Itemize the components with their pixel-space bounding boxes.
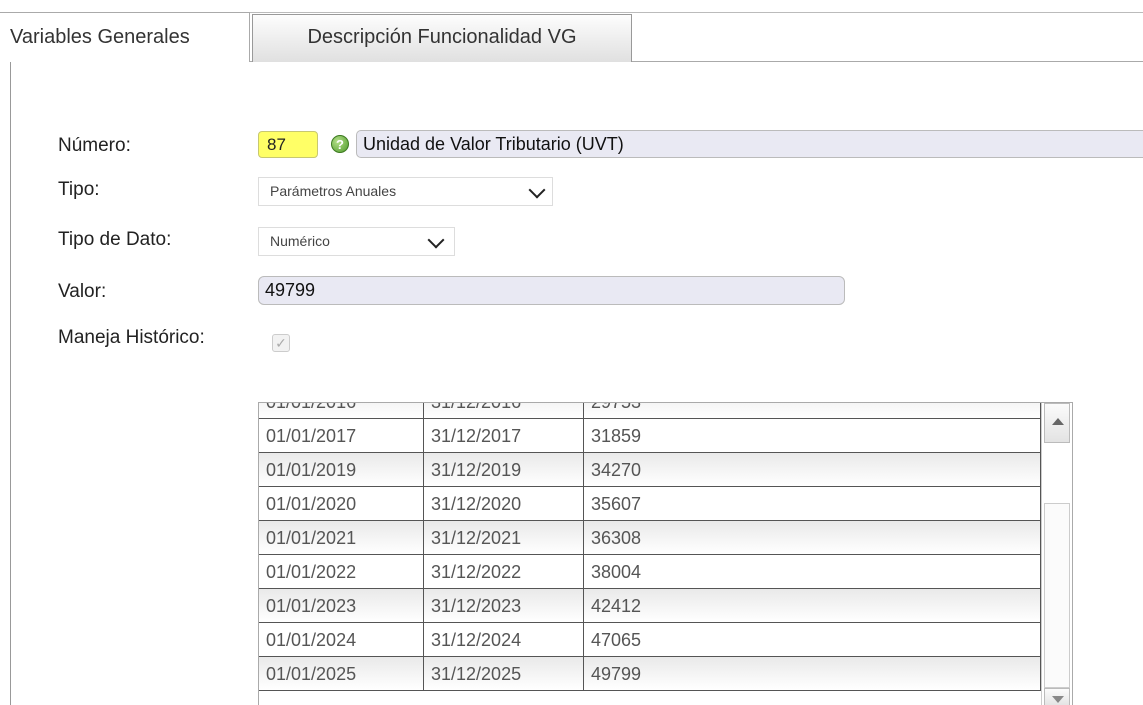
valor-cell: 42412 bbox=[584, 589, 1041, 622]
fecha-inicio-cell: 01/01/2020 bbox=[259, 487, 424, 520]
chevron-down-icon bbox=[427, 231, 445, 249]
table-row[interactable]: 01/01/2016 31/12/2016 29753 bbox=[259, 403, 1041, 419]
fecha-inicio-cell: 01/01/2021 bbox=[259, 521, 424, 554]
fecha-fin-cell: 31/12/2017 bbox=[424, 419, 584, 452]
valor-cell: 29753 bbox=[584, 403, 1041, 418]
fecha-inicio-cell: 01/01/2019 bbox=[259, 453, 424, 486]
valor-field[interactable]: 49799 bbox=[258, 276, 845, 305]
tipo-dato-select-value: Numérico bbox=[270, 233, 330, 249]
tab-bar: Variables Generales Descripción Funciona… bbox=[0, 0, 1143, 62]
fecha-fin-cell: 31/12/2016 bbox=[424, 403, 584, 418]
table-row[interactable]: 01/01/2021 31/12/2021 36308 bbox=[259, 521, 1041, 555]
tipo-label: Tipo: bbox=[58, 179, 100, 200]
fecha-fin-cell: 31/12/2021 bbox=[424, 521, 584, 554]
descripcion-field[interactable]: Unidad de Valor Tributario (UVT) bbox=[356, 130, 1143, 158]
tab-variables-generales[interactable]: Variables Generales bbox=[0, 12, 250, 62]
table-row[interactable]: 01/01/2024 31/12/2024 47065 bbox=[259, 623, 1041, 657]
grid-scrollbar[interactable] bbox=[1041, 403, 1072, 705]
history-rows: 01/01/2016 31/12/2016 29753 01/01/2017 31/12… bbox=[259, 403, 1041, 691]
valor-cell: 34270 bbox=[584, 453, 1041, 486]
scroll-up-button[interactable] bbox=[1044, 403, 1070, 443]
history-grid: 01/01/2016 31/12/2016 29753 01/01/2017 31/12… bbox=[258, 402, 1073, 705]
valor-cell: 49799 bbox=[584, 657, 1041, 690]
panel-left-border bbox=[10, 62, 11, 705]
fecha-inicio-cell: 01/01/2023 bbox=[259, 589, 424, 622]
valor-cell: 36308 bbox=[584, 521, 1041, 554]
valor-cell: 31859 bbox=[584, 419, 1041, 452]
table-row[interactable]: 01/01/2022 31/12/2022 38004 bbox=[259, 555, 1041, 589]
tab-top-border bbox=[250, 12, 1143, 13]
tipo-dato-select[interactable]: Numérico bbox=[258, 227, 455, 256]
fecha-inicio-cell: 01/01/2025 bbox=[259, 657, 424, 690]
tipo-dato-label: Tipo de Dato: bbox=[58, 229, 172, 250]
table-row[interactable]: 01/01/2020 31/12/2020 35607 bbox=[259, 487, 1041, 521]
fecha-inicio-cell: 01/01/2024 bbox=[259, 623, 424, 656]
help-icon[interactable]: ? bbox=[331, 135, 349, 153]
fecha-fin-cell: 31/12/2019 bbox=[424, 453, 584, 486]
fecha-fin-cell: 31/12/2020 bbox=[424, 487, 584, 520]
numero-label: Número: bbox=[58, 135, 131, 156]
table-row[interactable]: 01/01/2025 31/12/2025 49799 bbox=[259, 657, 1041, 691]
scroll-thumb[interactable] bbox=[1044, 503, 1070, 688]
table-row[interactable]: 01/01/2019 31/12/2019 34270 bbox=[259, 453, 1041, 487]
fecha-fin-cell: 31/12/2022 bbox=[424, 555, 584, 588]
fecha-inicio-cell: 01/01/2022 bbox=[259, 555, 424, 588]
valor-cell: 47065 bbox=[584, 623, 1041, 656]
fecha-fin-cell: 31/12/2024 bbox=[424, 623, 584, 656]
valor-label: Valor: bbox=[58, 281, 107, 302]
tipo-select[interactable]: Parámetros Anuales bbox=[258, 177, 553, 206]
tipo-select-value: Parámetros Anuales bbox=[270, 183, 397, 199]
chevron-down-icon bbox=[528, 181, 546, 199]
valor-cell: 38004 bbox=[584, 555, 1041, 588]
table-row[interactable]: 01/01/2017 31/12/2017 31859 bbox=[259, 419, 1041, 453]
maneja-historico-checkbox[interactable]: ✓ bbox=[272, 334, 290, 352]
numero-input[interactable]: 87 bbox=[258, 131, 318, 158]
fecha-inicio-cell: 01/01/2016 bbox=[259, 403, 424, 418]
fecha-fin-cell: 31/12/2025 bbox=[424, 657, 584, 690]
maneja-historico-label: Maneja Histórico: bbox=[58, 327, 205, 348]
table-row[interactable]: 01/01/2023 31/12/2023 42412 bbox=[259, 589, 1041, 623]
valor-cell: 35607 bbox=[584, 487, 1041, 520]
scroll-down-button[interactable] bbox=[1044, 688, 1070, 705]
fecha-fin-cell: 31/12/2023 bbox=[424, 589, 584, 622]
fecha-inicio-cell: 01/01/2017 bbox=[259, 419, 424, 452]
tab-descripcion-funcionalidad[interactable]: Descripción Funcionalidad VG bbox=[252, 14, 632, 62]
